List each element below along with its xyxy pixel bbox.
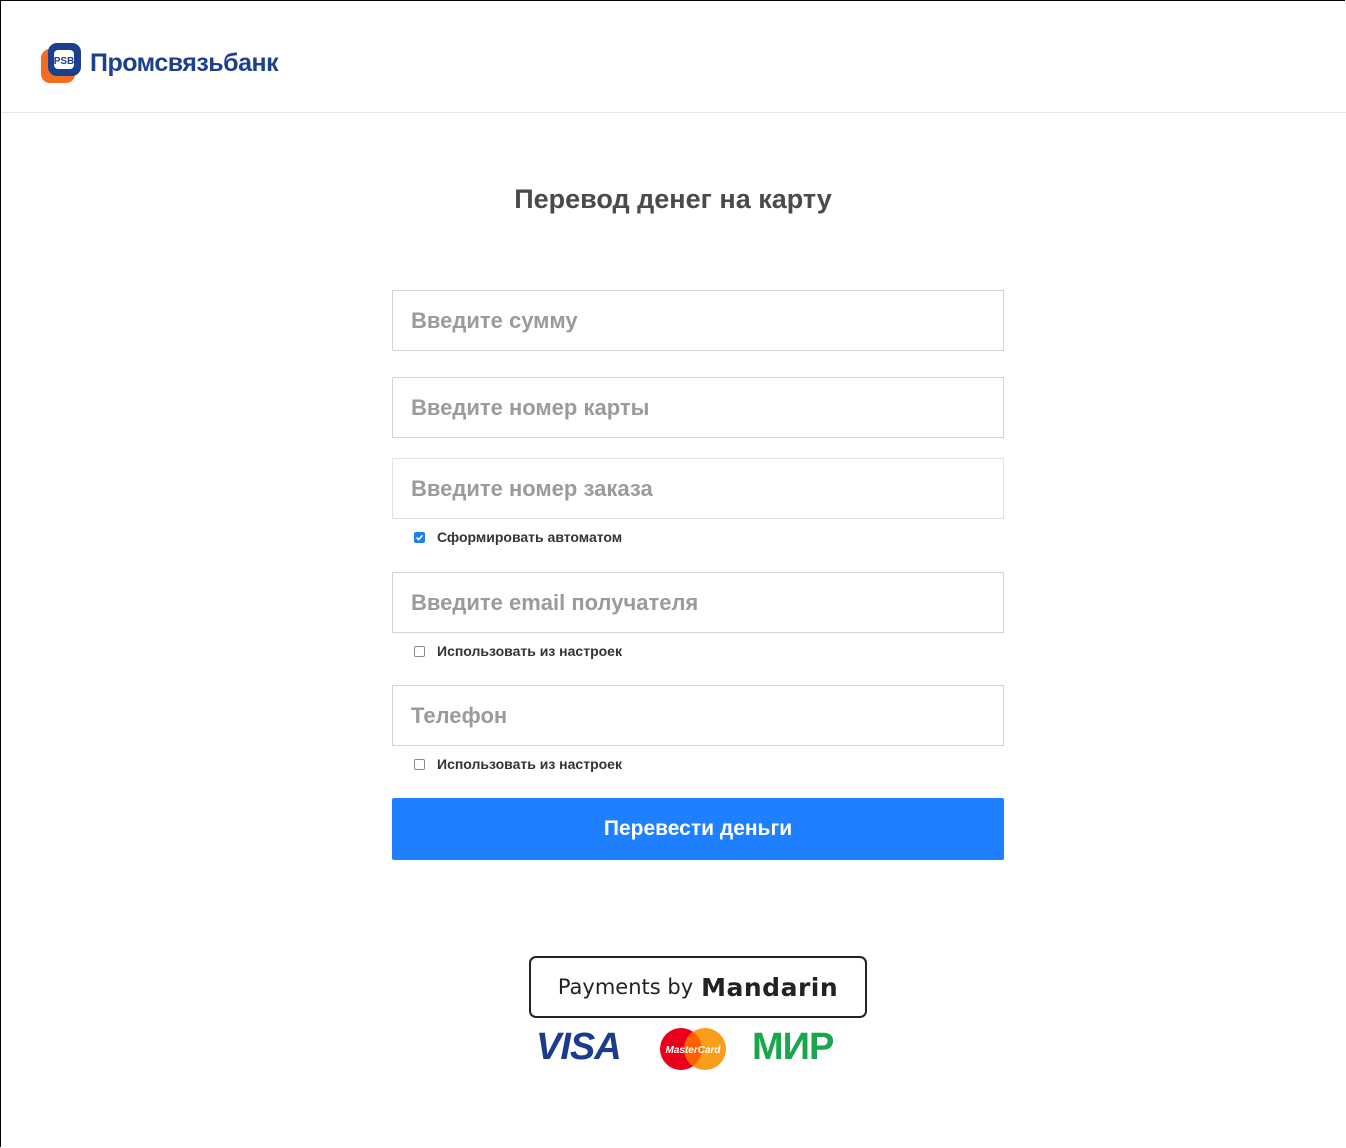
bank-logo-icon: PSB [41,43,81,83]
payments-by-text: Payments by [557,975,694,999]
email-input[interactable] [392,572,1004,633]
email-use-settings-checkbox[interactable] [414,645,425,657]
card-number-input[interactable] [392,377,1004,438]
auto-generate-checkbox[interactable] [414,531,425,543]
page-title: Перевод денег на карту [514,184,832,214]
bank-logo[interactable]: PSB Промсвязьбанк [39,41,279,85]
phone-input[interactable] [392,685,1004,746]
auto-generate-checkbox-row[interactable]: Сформировать автоматом [414,529,622,545]
mastercard-logo: MasterCard [660,1028,726,1070]
header: PSB Промсвязьбанк [1,1,1346,113]
email-use-settings-row[interactable]: Использовать из настроек [414,643,622,659]
phone-use-settings-row[interactable]: Использовать из настроек [414,756,622,772]
email-use-settings-label: Использовать из настроек [437,643,622,659]
mir-logo: МИР [752,1026,834,1068]
svg-text:PSB: PSB [54,56,75,67]
phone-use-settings-label: Использовать из настроек [437,756,622,772]
mandarin-brand-text: Mandarin [701,972,839,1002]
phone-use-settings-checkbox[interactable] [414,758,425,770]
transfer-money-button[interactable]: Перевести деньги [392,798,1004,860]
order-number-input[interactable] [392,458,1004,519]
payments-by-mandarin-badge: Payments by Mandarin [529,956,867,1018]
visa-logo: VISA [536,1026,622,1068]
amount-input[interactable] [392,290,1004,351]
auto-generate-label: Сформировать автоматом [437,529,623,545]
checkmark-icon [415,534,424,541]
mastercard-label: MasterCard [665,1045,721,1056]
bank-name: Промсвязьбанк [90,48,279,77]
